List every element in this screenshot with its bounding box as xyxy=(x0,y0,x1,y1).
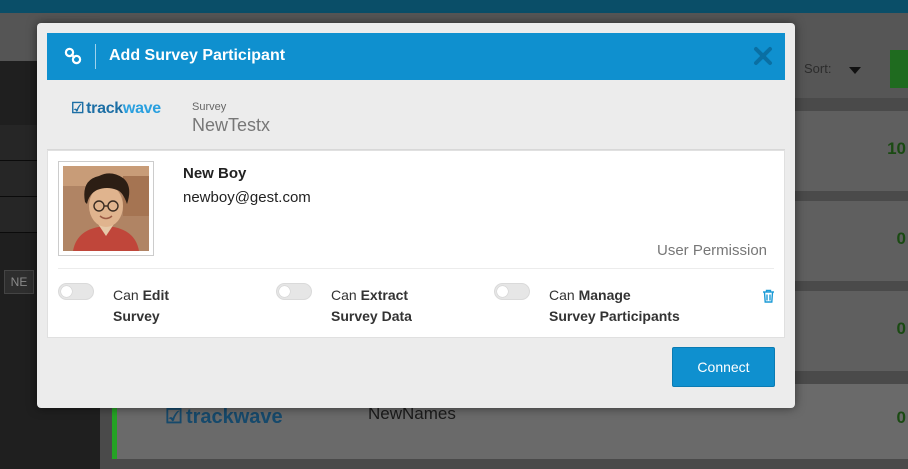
dialog-footer: Connect xyxy=(47,338,785,398)
check-icon: ☑ xyxy=(71,100,85,117)
trackwave-logo: ☑ trackwave xyxy=(71,100,161,117)
avatar-frame xyxy=(58,161,154,256)
sort-label: Sort: xyxy=(804,61,832,76)
survey-row-count: 0 xyxy=(896,229,906,248)
participant-card: New Boy newboy@gest.com User Permission … xyxy=(47,150,785,338)
header-divider xyxy=(95,44,96,69)
user-permission-heading: User Permission xyxy=(657,242,768,259)
survey-row-count: 0 xyxy=(896,319,906,338)
survey-name: NewTestx xyxy=(192,115,271,135)
manage-participants-label: Can Manage Survey Participants xyxy=(549,287,680,324)
dialog-header: Add Survey Participant xyxy=(47,33,785,80)
add-participant-dialog: Add Survey Participant ☑ trackwave Survey… xyxy=(37,23,795,408)
extract-data-label: Can Extract Survey Data xyxy=(331,287,412,324)
connect-button[interactable]: Connect xyxy=(672,347,775,387)
survey-row-count: 0 xyxy=(896,408,906,427)
survey-row-count: 10 xyxy=(887,139,906,158)
survey-info: ☑ trackwave Survey NewTestx xyxy=(47,80,785,150)
participant-email: newboy@gest.com xyxy=(183,189,311,206)
extract-data-toggle[interactable] xyxy=(276,283,312,300)
check-icon: ☑ xyxy=(165,406,183,428)
survey-label: Survey xyxy=(192,101,227,113)
sort-caret-icon xyxy=(849,67,861,74)
app-top-bar xyxy=(0,0,908,13)
edit-survey-toggle[interactable] xyxy=(58,283,94,300)
trash-icon[interactable] xyxy=(762,289,775,303)
add-button xyxy=(890,50,908,88)
manage-participants-toggle[interactable] xyxy=(494,283,530,300)
edit-survey-label: Can Edit Survey xyxy=(113,287,170,324)
dialog-title: Add Survey Participant xyxy=(109,47,286,64)
sidebar-ne-button: NE xyxy=(4,270,34,294)
permission-divider xyxy=(58,268,774,269)
close-icon[interactable] xyxy=(752,45,774,67)
avatar xyxy=(63,166,149,251)
participant-name: New Boy xyxy=(183,165,247,182)
link-icon xyxy=(64,47,82,65)
